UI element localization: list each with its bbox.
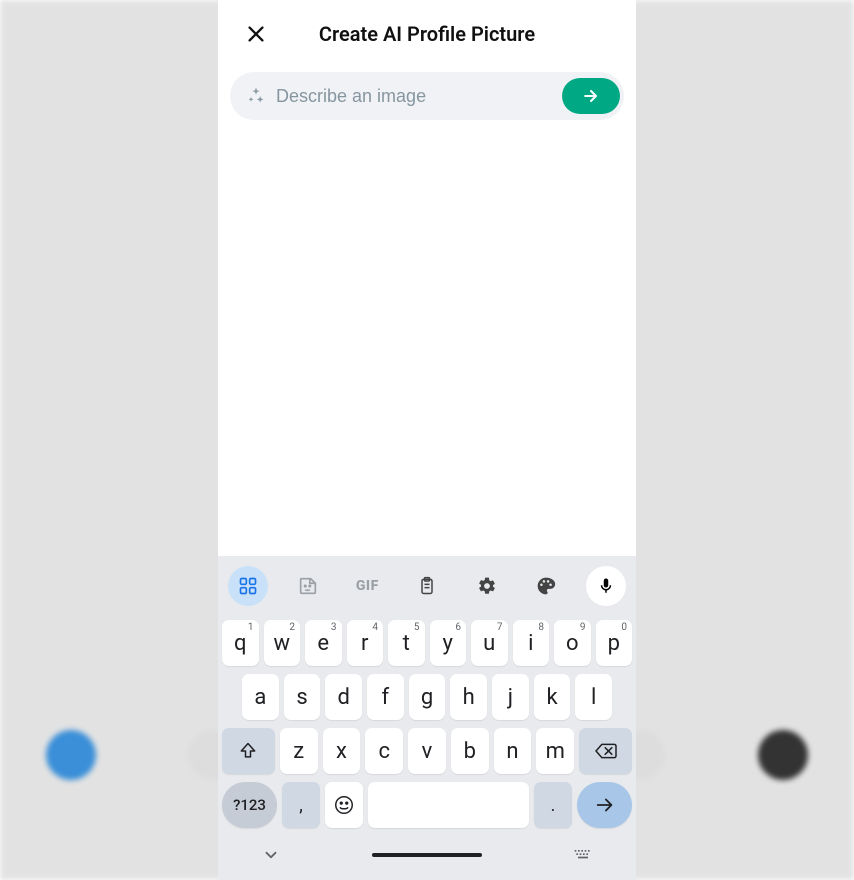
system-nav-bar bbox=[218, 832, 636, 876]
key-f[interactable]: f bbox=[367, 674, 404, 720]
content-area bbox=[218, 132, 636, 556]
prompt-bar bbox=[230, 72, 624, 120]
key-l[interactable]: l bbox=[575, 674, 612, 720]
key-p[interactable]: p0 bbox=[596, 620, 633, 666]
sticker-icon[interactable] bbox=[288, 566, 328, 606]
key-i[interactable]: i8 bbox=[513, 620, 550, 666]
key-x[interactable]: x bbox=[323, 728, 361, 774]
key-o[interactable]: o9 bbox=[554, 620, 591, 666]
key-r[interactable]: r4 bbox=[347, 620, 384, 666]
palette-icon[interactable] bbox=[526, 566, 566, 606]
prompt-input[interactable] bbox=[270, 86, 562, 107]
keyboard-row-1: q1 w2 e3 r4 t5 y6 u7 i8 o9 p0 bbox=[220, 616, 634, 670]
key-h[interactable]: h bbox=[450, 674, 487, 720]
arrow-right-icon bbox=[581, 86, 601, 106]
backspace-key[interactable] bbox=[579, 728, 632, 774]
period-key[interactable]: . bbox=[534, 782, 572, 828]
symbols-key[interactable]: ?123 bbox=[222, 782, 277, 828]
key-a[interactable]: a bbox=[242, 674, 279, 720]
submit-button[interactable] bbox=[562, 78, 620, 114]
home-indicator[interactable] bbox=[372, 853, 482, 857]
keyboard-row-4: ?123 , . bbox=[220, 778, 634, 832]
key-w[interactable]: w2 bbox=[264, 620, 301, 666]
arrow-right-icon bbox=[594, 794, 616, 816]
enter-key[interactable] bbox=[577, 782, 632, 828]
apps-icon[interactable] bbox=[228, 566, 268, 606]
key-q[interactable]: q1 bbox=[222, 620, 259, 666]
clipboard-icon[interactable] bbox=[407, 566, 447, 606]
keyboard-row-3: z x c v b n m bbox=[220, 724, 634, 778]
key-v[interactable]: v bbox=[408, 728, 446, 774]
emoji-key[interactable] bbox=[325, 782, 363, 828]
close-icon bbox=[245, 23, 267, 45]
keyboard-row-2: a s d f g h j k l bbox=[220, 670, 634, 724]
key-d[interactable]: d bbox=[325, 674, 362, 720]
shift-key[interactable] bbox=[222, 728, 275, 774]
close-button[interactable] bbox=[232, 10, 280, 58]
key-c[interactable]: c bbox=[365, 728, 403, 774]
keyboard-panel: GIF q1 w2 e3 r4 t5 y6 u7 bbox=[218, 556, 636, 880]
shift-icon bbox=[238, 741, 258, 761]
space-key[interactable] bbox=[368, 782, 529, 828]
app-header: Create AI Profile Picture bbox=[218, 0, 636, 72]
key-t[interactable]: t5 bbox=[388, 620, 425, 666]
mic-icon[interactable] bbox=[586, 566, 626, 606]
emoji-icon bbox=[333, 794, 355, 816]
gif-icon[interactable]: GIF bbox=[347, 566, 387, 606]
key-j[interactable]: j bbox=[492, 674, 529, 720]
sparkle-icon bbox=[242, 86, 270, 106]
collapse-keyboard-button[interactable] bbox=[260, 844, 282, 866]
key-g[interactable]: g bbox=[409, 674, 446, 720]
key-s[interactable]: s bbox=[284, 674, 321, 720]
backspace-icon bbox=[594, 741, 618, 761]
key-u[interactable]: u7 bbox=[471, 620, 508, 666]
key-m[interactable]: m bbox=[536, 728, 574, 774]
comma-key[interactable]: , bbox=[282, 782, 320, 828]
key-e[interactable]: e3 bbox=[305, 620, 342, 666]
keyboard-toolbar: GIF bbox=[218, 556, 636, 616]
page-title: Create AI Profile Picture bbox=[218, 22, 636, 46]
key-z[interactable]: z bbox=[280, 728, 318, 774]
settings-icon[interactable] bbox=[467, 566, 507, 606]
key-n[interactable]: n bbox=[494, 728, 532, 774]
key-b[interactable]: b bbox=[451, 728, 489, 774]
keyboard-switch-button[interactable] bbox=[572, 844, 594, 866]
key-y[interactable]: y6 bbox=[430, 620, 467, 666]
key-k[interactable]: k bbox=[534, 674, 571, 720]
phone-frame: Create AI Profile Picture GIF bbox=[218, 0, 636, 880]
